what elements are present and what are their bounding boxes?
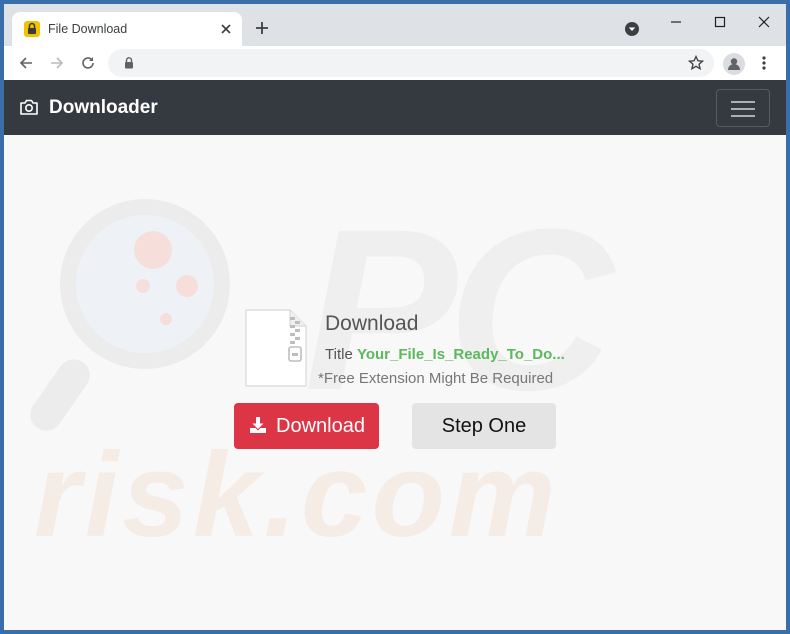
address-bar[interactable] (108, 49, 714, 77)
new-tab-icon[interactable] (254, 20, 270, 36)
minimize-icon[interactable] (664, 12, 688, 32)
bookmark-star-icon[interactable] (688, 55, 704, 71)
tab-search-icon[interactable] (624, 21, 640, 37)
page-content: PC risk.com Download Title Your_File_Is_… (4, 135, 786, 630)
download-button-label: Download (276, 415, 365, 437)
watermark-risk-text: risk.com (34, 428, 560, 562)
brand-name[interactable]: Downloader (49, 97, 158, 119)
extension-note: *Free Extension Might Be Required (318, 370, 554, 387)
maximize-icon[interactable] (708, 12, 732, 32)
download-icon (250, 417, 266, 433)
file-title-value: Your_File_Is_Ready_To_Do... (356, 346, 565, 363)
lock-icon (24, 21, 40, 37)
back-arrow-icon[interactable] (18, 55, 34, 71)
watermark-pc-text: PC (304, 181, 613, 438)
lock-icon[interactable] (122, 56, 136, 70)
browser-toolbar (4, 46, 786, 80)
download-button[interactable]: Download (234, 403, 379, 449)
reload-icon[interactable] (80, 55, 96, 71)
camera-icon (20, 99, 38, 115)
hamburger-menu-icon[interactable] (716, 89, 770, 127)
title-label: Title (325, 346, 353, 363)
forward-arrow-icon[interactable] (49, 55, 65, 71)
zip-file-icon (245, 309, 307, 387)
browser-tab[interactable]: File Download (12, 12, 242, 46)
download-heading: Download (325, 312, 419, 335)
person-icon (728, 58, 740, 70)
profile-avatar[interactable] (723, 53, 745, 75)
file-title-row: Title Your_File_Is_Ready_To_Do... (325, 346, 565, 364)
site-navbar: Downloader (4, 80, 786, 135)
tab-strip: File Download (4, 4, 786, 46)
step-one-button[interactable]: Step One (412, 403, 556, 449)
tab-title: File Download (48, 22, 128, 36)
watermark-magnifier-icon (60, 199, 230, 369)
window-close-icon[interactable] (752, 12, 776, 32)
watermark-magnifier-handle (23, 353, 97, 437)
more-menu-icon[interactable] (756, 55, 772, 71)
close-tab-icon[interactable] (218, 21, 234, 37)
browser-window: File Download Downloader PC risk.com Dow… (4, 4, 786, 630)
